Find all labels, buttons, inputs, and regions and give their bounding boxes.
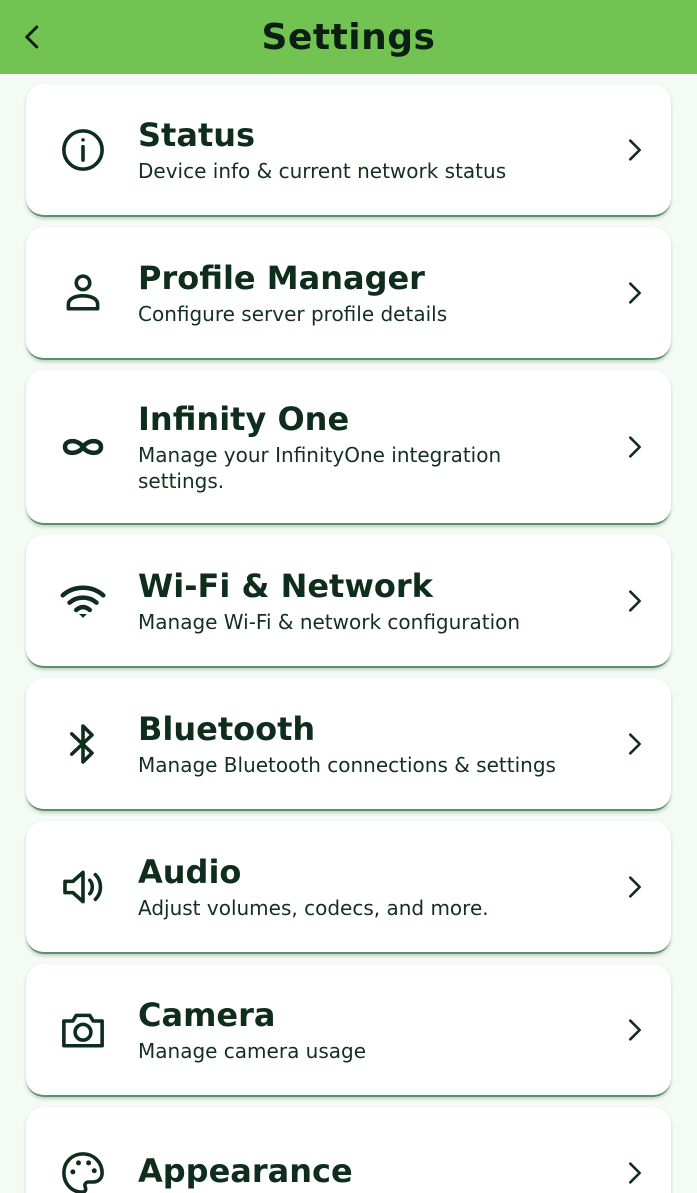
chevron-right-icon — [621, 279, 649, 307]
person-icon — [54, 264, 112, 322]
settings-item-subtitle: Device info & current network status — [138, 158, 507, 183]
settings-item-bluetooth[interactable]: Bluetooth Manage Bluetooth connections &… — [26, 678, 671, 811]
settings-item-title: Bluetooth — [138, 709, 316, 748]
app-bar: Settings — [0, 0, 697, 74]
back-button[interactable] — [8, 12, 58, 62]
chevron-right-icon — [621, 433, 649, 461]
settings-item-subtitle: Manage Bluetooth connections & settings — [138, 752, 556, 777]
camera-icon — [54, 1001, 112, 1059]
settings-item-subtitle: Configure server profile details — [138, 301, 448, 326]
page-title: Settings — [261, 16, 436, 58]
chevron-right-icon — [621, 136, 649, 164]
settings-item-title: Camera — [138, 995, 276, 1034]
wifi-icon — [54, 572, 112, 630]
settings-item-title: Wi-Fi & Network — [138, 566, 433, 605]
settings-item-wifi-network[interactable]: Wi-Fi & Network Manage Wi-Fi & network c… — [26, 535, 671, 668]
chevron-left-icon — [25, 25, 39, 49]
chevron-right-icon — [621, 587, 649, 615]
settings-item-title: Audio — [138, 852, 242, 891]
settings-item-subtitle: Manage your InfinityOne integration sett… — [138, 442, 502, 493]
settings-item-title: Infinity One — [138, 399, 350, 438]
settings-item-appearance[interactable]: Appearance — [26, 1107, 671, 1193]
settings-item-subtitle: Adjust volumes, codecs, and more. — [138, 895, 489, 920]
settings-item-title: Profile Manager — [138, 258, 425, 297]
settings-item-subtitle: Manage camera usage — [138, 1038, 367, 1063]
palette-icon — [54, 1144, 112, 1193]
settings-item-audio[interactable]: Audio Adjust volumes, codecs, and more. — [26, 821, 671, 954]
settings-item-title: Appearance — [138, 1151, 353, 1190]
bluetooth-icon — [54, 715, 112, 773]
info-icon — [54, 121, 112, 179]
settings-item-title: Status — [138, 115, 256, 154]
settings-list[interactable]: Status Device info & current network sta… — [0, 74, 697, 1193]
settings-item-status[interactable]: Status Device info & current network sta… — [26, 84, 671, 217]
infinity-icon — [54, 418, 112, 476]
speaker-icon — [54, 858, 112, 916]
settings-item-infinity-one[interactable]: Infinity One Manage your InfinityOne int… — [26, 370, 671, 525]
chevron-right-icon — [621, 730, 649, 758]
settings-item-subtitle: Manage Wi-Fi & network configuration — [138, 609, 521, 634]
settings-item-camera[interactable]: Camera Manage camera usage — [26, 964, 671, 1097]
chevron-right-icon — [621, 873, 649, 901]
chevron-right-icon — [621, 1159, 649, 1187]
settings-item-profile-manager[interactable]: Profile Manager Configure server profile… — [26, 227, 671, 360]
chevron-right-icon — [621, 1016, 649, 1044]
